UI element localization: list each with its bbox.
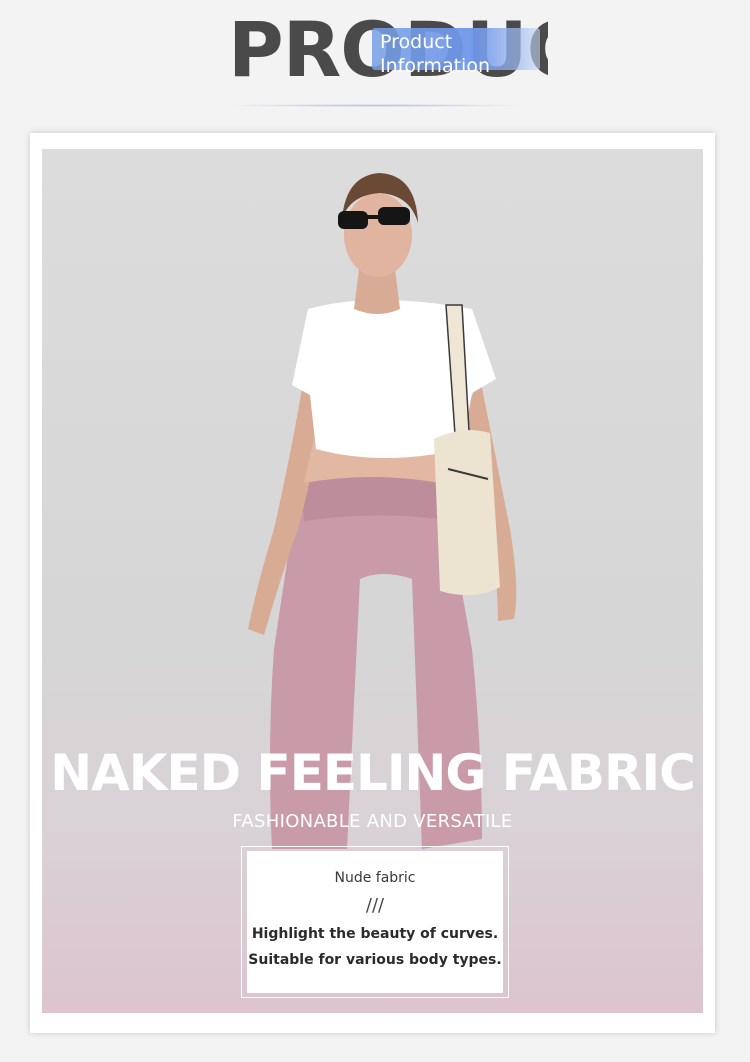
tote-bag: [434, 430, 500, 596]
sunglasses-bridge: [366, 215, 380, 219]
info-frame: Nude fabric /// Highlight the beauty of …: [241, 846, 509, 998]
header-title-block: Product Information: [380, 30, 490, 78]
product-photo: NAKED FEELING FABRIC FASHIONABLE AND VER…: [42, 149, 703, 1013]
banner-subheadline: FASHIONABLE AND VERSATILE: [232, 811, 513, 832]
face: [344, 193, 412, 277]
section-header: PRODUCT Product Information: [0, 0, 750, 120]
product-card: NAKED FEELING FABRIC FASHIONABLE AND VER…: [30, 133, 715, 1033]
banner-headline: NAKED FEELING FABRIC: [50, 744, 696, 802]
info-title: Nude fabric: [334, 870, 416, 886]
sunglasses-left: [338, 211, 368, 229]
info-line-2: Suitable for various body types.: [248, 952, 502, 968]
header-divider: [220, 104, 530, 107]
header-subtitle: Information: [380, 55, 490, 77]
sunglasses-right: [378, 207, 410, 225]
info-box: Nude fabric /// Highlight the beauty of …: [247, 851, 503, 993]
info-divider: ///: [365, 895, 385, 916]
header-title: Product: [380, 31, 453, 53]
info-line-1: Highlight the beauty of curves.: [251, 926, 499, 942]
